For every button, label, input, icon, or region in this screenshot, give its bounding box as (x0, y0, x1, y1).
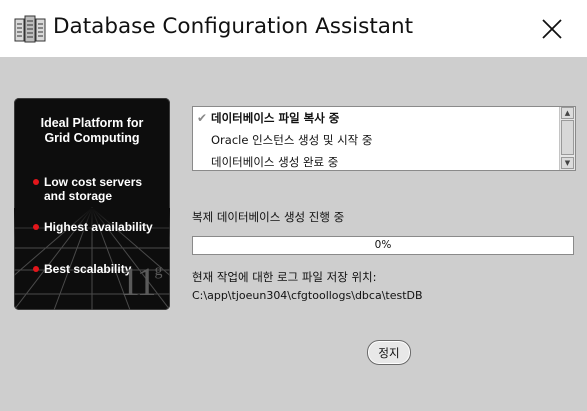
logo-letter: g (154, 261, 163, 279)
stop-button[interactable]: 정지 (367, 340, 411, 365)
promo-title-line-2: Grid Computing (44, 131, 140, 145)
promo-bullet-1: Low cost servers and storage (44, 175, 142, 203)
scroll-down-button[interactable]: ▼ (561, 157, 574, 169)
window-title: Database Configuration Assistant (53, 14, 414, 39)
dialog-body: Ideal Platform for Grid Computing Low co… (0, 57, 587, 407)
vertical-scrollbar[interactable]: ▲ ▼ (559, 107, 575, 170)
progress-percent: 0% (374, 239, 392, 251)
database-server-icon (14, 15, 46, 43)
promo-bullet-1-line-2: and storage (44, 189, 113, 203)
close-button[interactable] (530, 10, 574, 48)
arrow-down-icon: ▼ (564, 159, 571, 167)
promo-title-line-1: Ideal Platform for (40, 116, 144, 130)
promo-bullet-3: Best scalability (44, 262, 132, 276)
status-text: 복제 데이터베이스 생성 진행 중 (192, 210, 345, 224)
scroll-up-button[interactable]: ▲ (561, 107, 574, 119)
promo-bullet-1-line-1: Low cost servers (44, 175, 143, 189)
close-icon (542, 19, 562, 39)
log-location-label: 현재 작업에 대한 로그 파일 저장 위치: (192, 270, 377, 284)
log-path: C:\app\tjoeun304\cfgtoollogs\dbca\testDB (192, 289, 423, 302)
logo-number: 11 (120, 259, 156, 304)
title-bar: Database Configuration Assistant (0, 0, 587, 57)
step-label: 데이터베이스 생성 완료 중 (211, 155, 339, 169)
bullet-dot (33, 179, 39, 185)
list-item: 데이터베이스 생성 완료 중 (193, 151, 558, 170)
bullet-dot (33, 224, 39, 230)
bullet-dot (33, 266, 39, 272)
promo-title: Ideal Platform for Grid Computing (14, 116, 170, 146)
step-label: Oracle 인스턴스 생성 및 시작 중 (211, 133, 373, 147)
oracle-11g-logo: 11g (120, 258, 163, 305)
window-bottom-edge (0, 407, 587, 411)
scroll-thumb[interactable] (561, 120, 574, 155)
checkmark-icon: ✔ (197, 111, 208, 125)
promo-bullet-2: Highest availability (44, 220, 153, 234)
step-label: 데이터베이스 파일 복사 중 (211, 111, 340, 125)
steps-list: ✔ 데이터베이스 파일 복사 중 Oracle 인스턴스 생성 및 시작 중 데… (192, 106, 576, 171)
oracle-promo-panel: Ideal Platform for Grid Computing Low co… (14, 98, 170, 310)
list-item: Oracle 인스턴스 생성 및 시작 중 (193, 129, 558, 151)
progress-bar: 0% (192, 236, 574, 255)
list-item: ✔ 데이터베이스 파일 복사 중 (193, 107, 558, 129)
arrow-up-icon: ▲ (564, 109, 571, 117)
